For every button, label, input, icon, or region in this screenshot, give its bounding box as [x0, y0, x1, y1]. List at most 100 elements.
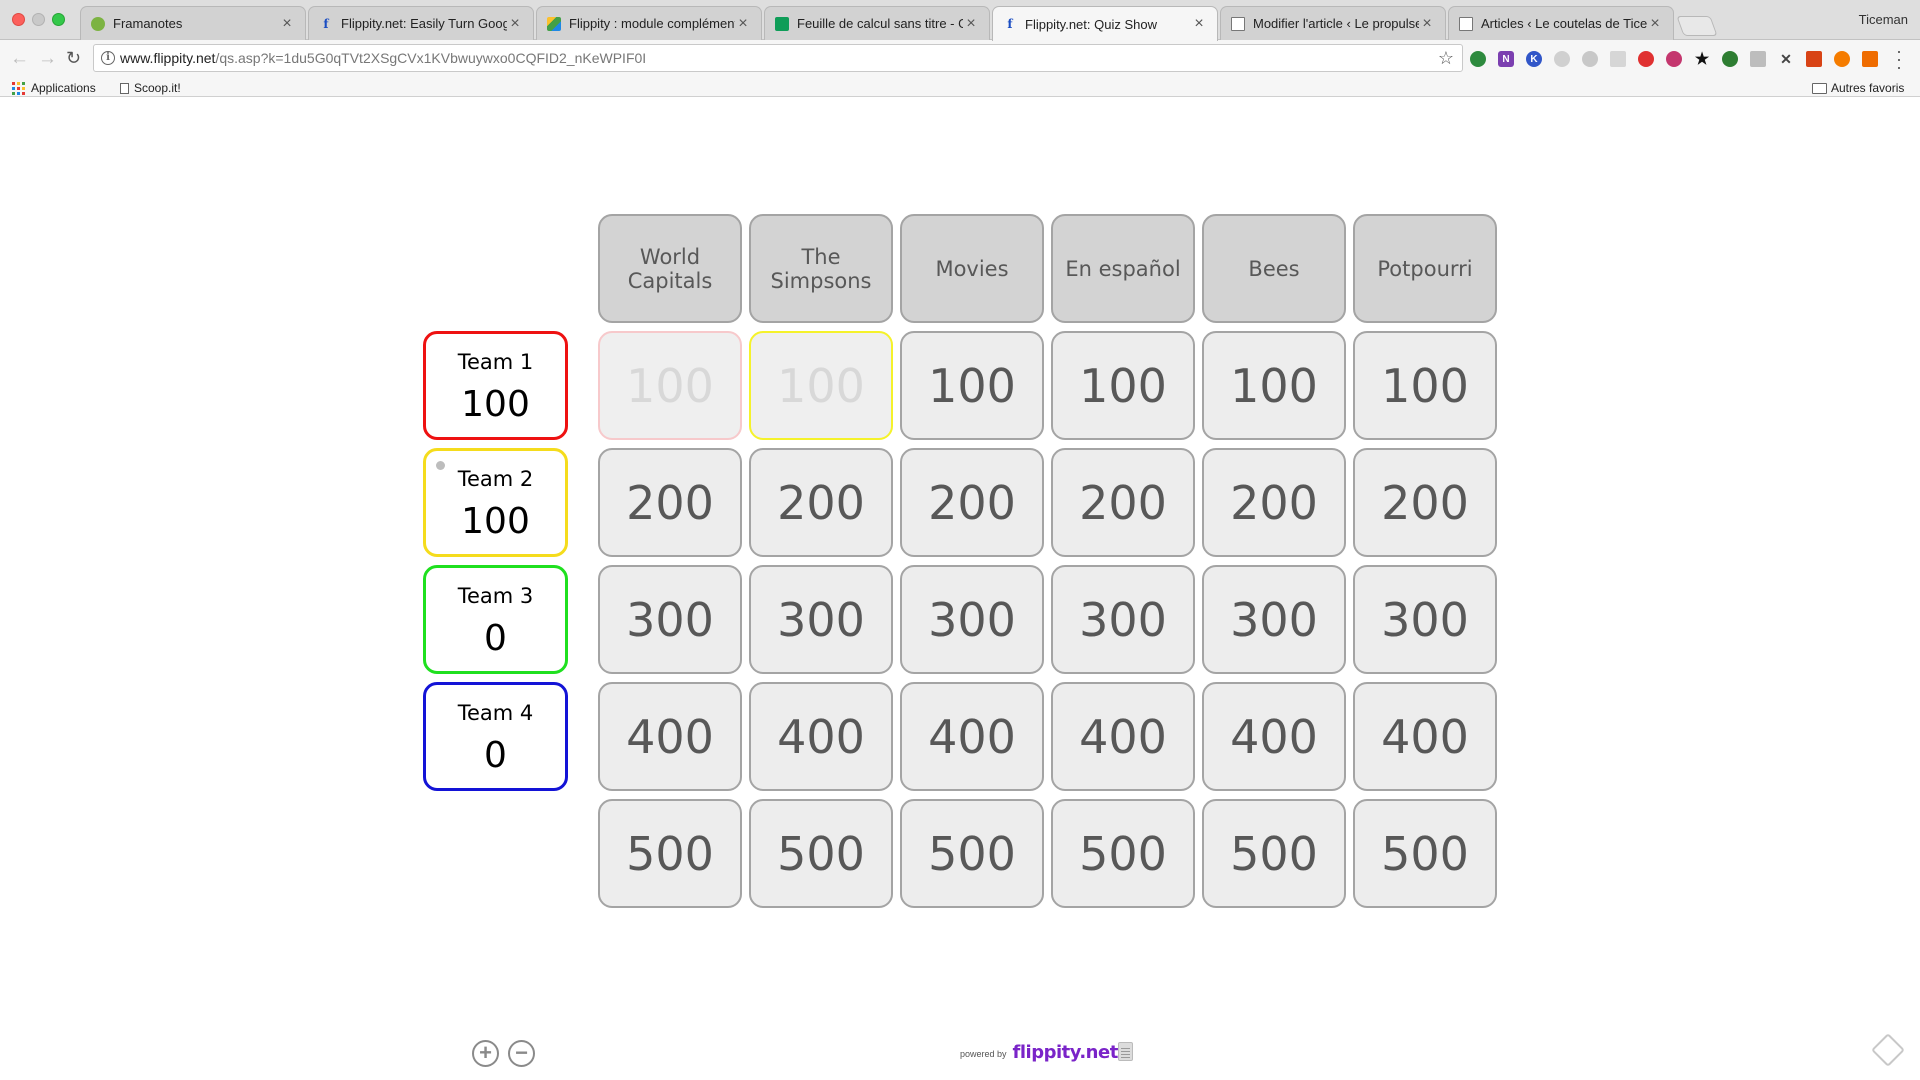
- address-bar[interactable]: i www.flippity.net/qs.asp?k=1du5G0qTVt2X…: [93, 44, 1463, 72]
- question-cell[interactable]: 500: [1051, 799, 1195, 908]
- minus-circle-icon[interactable]: −: [508, 1040, 535, 1067]
- browser-tab[interactable]: Feuille de calcul sans titre - Go ×: [764, 6, 990, 40]
- minimize-window-button[interactable]: [32, 13, 45, 26]
- team-card[interactable]: Team 2 100: [423, 448, 568, 557]
- forward-button[interactable]: →: [38, 49, 57, 68]
- tag-icon[interactable]: [1871, 1033, 1905, 1067]
- rss-icon[interactable]: [1610, 51, 1626, 67]
- tab-strip: Framanotes × f Flippity.net: Easily Turn Go…: [80, 6, 1718, 41]
- question-cell[interactable]: 300: [900, 565, 1044, 674]
- question-cell[interactable]: 100: [1051, 331, 1195, 440]
- browser-tab[interactable]: f Flippity.net: Quiz Show ×: [992, 6, 1218, 41]
- tab-title: Flippity.net: Quiz Show: [1025, 16, 1157, 32]
- extension-icon[interactable]: [1862, 51, 1878, 67]
- plus-circle-icon[interactable]: +: [472, 1040, 499, 1067]
- team-card[interactable]: Team 4 0: [423, 682, 568, 791]
- tab-title: Modifier l'article ‹ Le propulseu: [1253, 16, 1419, 31]
- extension-icon[interactable]: [1554, 51, 1570, 67]
- new-tab-button[interactable]: [1676, 16, 1718, 36]
- spreadsheet-icon[interactable]: [1118, 1042, 1133, 1061]
- team-card[interactable]: Team 3 0: [423, 565, 568, 674]
- question-cell[interactable]: 200: [1051, 448, 1195, 557]
- question-cell[interactable]: 100: [598, 331, 742, 440]
- question-cell[interactable]: 100: [900, 331, 1044, 440]
- extension-k-icon[interactable]: K: [1526, 51, 1542, 67]
- question-cell[interactable]: 200: [900, 448, 1044, 557]
- question-cell[interactable]: 400: [1353, 682, 1497, 791]
- team-card[interactable]: Team 1 100: [423, 331, 568, 440]
- profile-name[interactable]: Ticeman: [1859, 12, 1908, 27]
- browser-tab[interactable]: Framanotes ×: [80, 6, 306, 40]
- question-cell[interactable]: 200: [749, 448, 893, 557]
- team-score: 0: [484, 735, 507, 776]
- flippity-logo: flippity.net: [1012, 1042, 1119, 1063]
- team-name: Team 1: [457, 350, 534, 374]
- question-cell[interactable]: 300: [749, 565, 893, 674]
- url-text[interactable]: www.flippity.net/qs.asp?k=1du5G0qTVt2XSg…: [120, 50, 646, 66]
- bookmark-label: Scoop.it!: [134, 81, 181, 95]
- browser-tab[interactable]: Flippity : module complémenta ×: [536, 6, 762, 40]
- bookmarks-bar: Applications Scoop.it! Autres favoris: [0, 77, 1920, 97]
- tab-title: Articles ‹ Le coutelas de Ticem: [1481, 16, 1647, 31]
- team-score: 100: [461, 501, 530, 542]
- extension-icons: N K ★ ✕: [1470, 49, 1890, 69]
- question-cell[interactable]: 500: [598, 799, 742, 908]
- team-name: Team 2: [457, 467, 534, 491]
- close-icon[interactable]: ×: [1191, 15, 1207, 33]
- close-window-button[interactable]: [12, 13, 25, 26]
- question-cell[interactable]: 500: [749, 799, 893, 908]
- extension-icon[interactable]: [1666, 51, 1682, 67]
- close-icon[interactable]: ×: [279, 15, 295, 33]
- folder-icon: [1812, 82, 1827, 94]
- question-cell[interactable]: 200: [598, 448, 742, 557]
- close-icon[interactable]: ×: [1647, 15, 1663, 33]
- close-icon[interactable]: ×: [963, 15, 979, 33]
- extension-icon[interactable]: [1750, 51, 1766, 67]
- question-cell[interactable]: 400: [749, 682, 893, 791]
- extension-icon[interactable]: [1470, 51, 1486, 67]
- category-header: Movies: [900, 214, 1044, 323]
- question-cell[interactable]: 500: [900, 799, 1044, 908]
- star-extension-icon[interactable]: ★: [1694, 51, 1710, 68]
- question-cell[interactable]: 200: [1202, 448, 1346, 557]
- question-cell[interactable]: 500: [1202, 799, 1346, 908]
- tools-icon[interactable]: ✕: [1778, 51, 1794, 67]
- question-cell[interactable]: 100: [749, 331, 893, 440]
- question-cell[interactable]: 300: [1353, 565, 1497, 674]
- question-cell[interactable]: 300: [1051, 565, 1195, 674]
- bookmark-applications[interactable]: Applications: [12, 81, 96, 95]
- reload-button[interactable]: ↻: [66, 49, 81, 68]
- close-icon[interactable]: ×: [1419, 15, 1435, 33]
- bookmark-star-icon[interactable]: ☆: [1438, 48, 1454, 69]
- extension-icon[interactable]: [1834, 51, 1850, 67]
- question-cell[interactable]: 100: [1353, 331, 1497, 440]
- question-cell[interactable]: 300: [598, 565, 742, 674]
- google-drive-icon: [547, 16, 561, 31]
- question-cell[interactable]: 200: [1353, 448, 1497, 557]
- powered-by-flippity[interactable]: powered by flippity.net: [960, 1042, 1118, 1063]
- back-button[interactable]: ←: [10, 49, 29, 68]
- question-cell[interactable]: 400: [900, 682, 1044, 791]
- question-cell[interactable]: 100: [1202, 331, 1346, 440]
- bookmark-scoopit[interactable]: Scoop.it!: [120, 81, 181, 95]
- apps-grid-icon: [12, 81, 25, 95]
- question-cell[interactable]: 300: [1202, 565, 1346, 674]
- close-icon[interactable]: ×: [507, 15, 523, 33]
- browser-tab[interactable]: Modifier l'article ‹ Le propulseu ×: [1220, 6, 1446, 40]
- question-cell[interactable]: 500: [1353, 799, 1497, 908]
- question-cell[interactable]: 400: [1051, 682, 1195, 791]
- other-bookmarks[interactable]: Autres favoris: [1812, 81, 1904, 95]
- close-icon[interactable]: ×: [735, 15, 751, 33]
- question-cell[interactable]: 400: [1202, 682, 1346, 791]
- browser-tab[interactable]: Articles ‹ Le coutelas de Ticem ×: [1448, 6, 1674, 40]
- cloud-icon[interactable]: [1582, 51, 1598, 67]
- opera-icon[interactable]: [1638, 51, 1654, 67]
- maximize-window-button[interactable]: [52, 13, 65, 26]
- extension-icon[interactable]: [1806, 51, 1822, 67]
- browser-tab[interactable]: f Flippity.net: Easily Turn Google ×: [308, 6, 534, 40]
- question-cell[interactable]: 400: [598, 682, 742, 791]
- browser-menu-icon[interactable]: · · ·: [1896, 42, 1902, 76]
- extension-icon[interactable]: [1722, 51, 1738, 67]
- info-icon[interactable]: i: [101, 51, 115, 65]
- onenote-icon[interactable]: N: [1498, 51, 1514, 67]
